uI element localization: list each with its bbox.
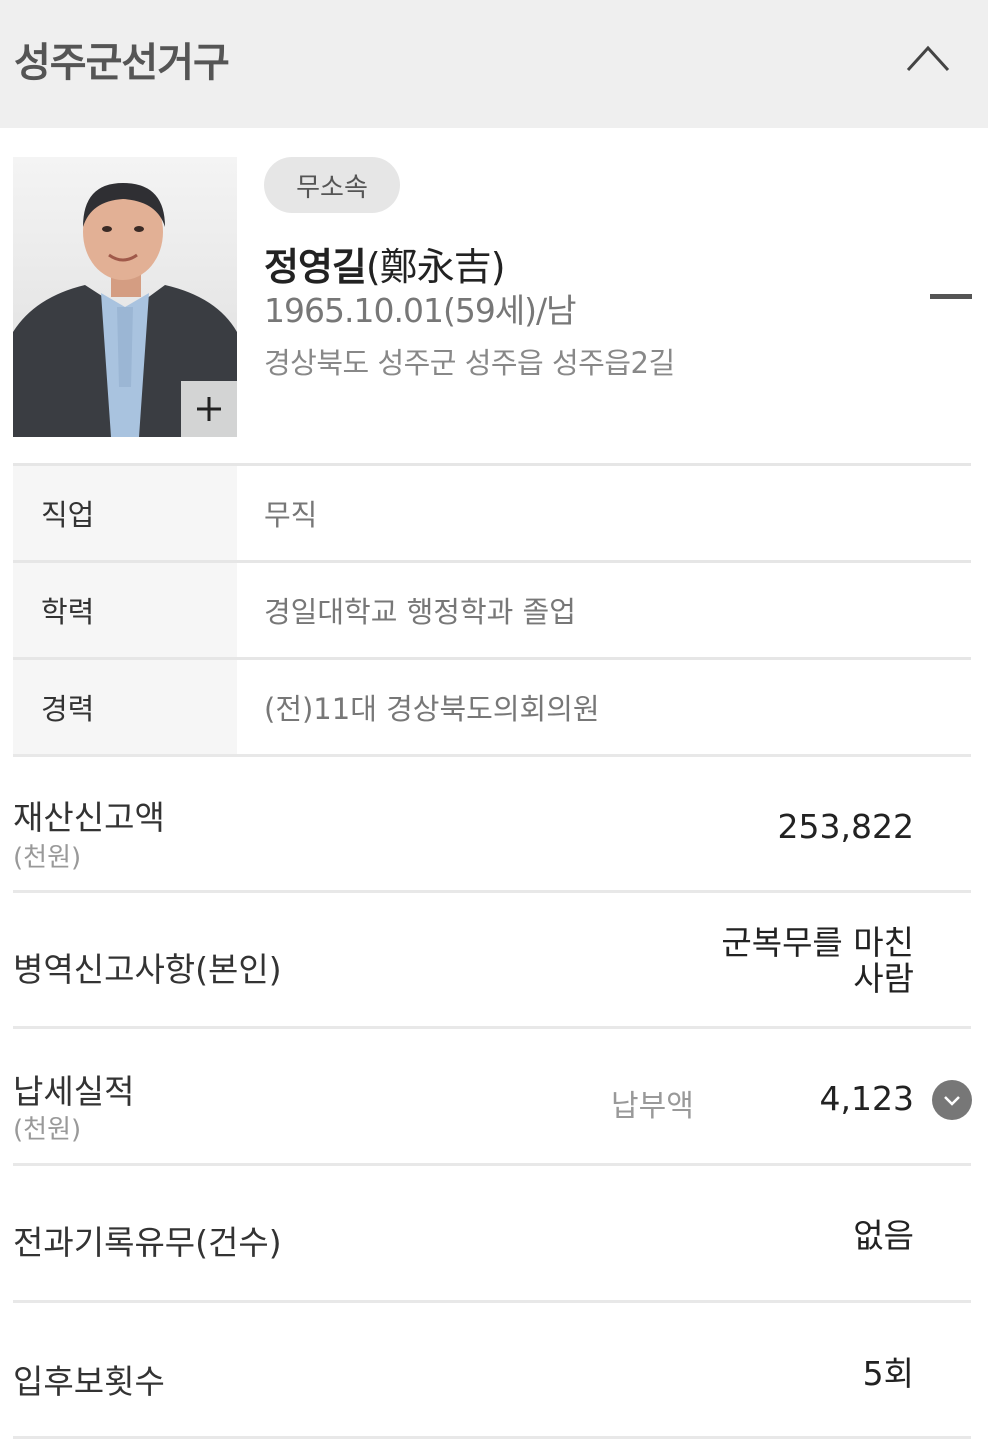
candidate-birth-info: 1965.10.01(59세)/남 (264, 291, 577, 330)
district-title: 성주군선거구 (14, 40, 230, 86)
bottom-divider (13, 1436, 971, 1439)
profile-label: 경력 (13, 660, 237, 754)
plus-icon (197, 397, 221, 421)
profile-row-job: 직업 무직 (13, 463, 971, 560)
candidate-name-hanja: (鄭永吉) (365, 245, 506, 289)
military-row: 병역신고사항(본인) 군복무를 마친 사람 (13, 890, 971, 1026)
property-label: 재산신고액 (13, 798, 165, 837)
photo-enlarge-button[interactable] (181, 381, 237, 437)
property-row: 재산신고액 (천원) 253,822 (13, 754, 971, 890)
military-value-line2: 사람 (853, 959, 914, 998)
tax-row: 납세실적 (천원) 납부액 4,123 (13, 1026, 972, 1163)
profile-value: 경일대학교 행정학과 졸업 (264, 595, 576, 629)
criminal-value: 없음 (853, 1216, 914, 1255)
district-header[interactable]: 성주군선거구 (0, 0, 988, 128)
tax-expand-button[interactable] (932, 1080, 972, 1120)
candidacy-row: 입후보횟수 5회 (13, 1300, 971, 1436)
candidate-name-ko: 정영길 (264, 245, 367, 289)
candidacy-value: 5회 (862, 1354, 914, 1393)
tax-value: 4,123 (819, 1079, 914, 1118)
profile-value: 무직 (264, 498, 318, 532)
profile-label: 학력 (13, 563, 237, 657)
tax-unit: (천원) (13, 1115, 82, 1145)
candidacy-label: 입후보횟수 (13, 1362, 165, 1401)
military-value-line1: 군복무를 마친 (721, 923, 914, 962)
minus-icon[interactable] (930, 294, 972, 299)
candidate-photo (13, 157, 237, 437)
party-badge: 무소속 (264, 157, 400, 213)
candidate-address: 경상북도 성주군 성주읍 성주읍2길 (264, 346, 675, 380)
property-unit: (천원) (13, 843, 82, 873)
candidate-name: 정영길(鄭永吉) (264, 236, 506, 291)
criminal-label: 전과기록유무(건수) (13, 1223, 282, 1262)
profile-row-career: 경력 (전)11대 경상북도의회의원 (13, 657, 971, 754)
criminal-row: 전과기록유무(건수) 없음 (13, 1163, 971, 1300)
military-value: 군복무를 마친 사람 (721, 925, 914, 997)
profile-value: (전)11대 경상북도의회의원 (264, 692, 600, 726)
tax-sub-label: 납부액 (611, 1089, 694, 1124)
chevron-up-icon[interactable] (896, 36, 960, 84)
military-label: 병역신고사항(본인) (13, 950, 282, 989)
chevron-down-icon (944, 1096, 960, 1106)
profile-label: 직업 (13, 466, 237, 560)
tax-label: 납세실적 (13, 1072, 135, 1111)
profile-row-education: 학력 경일대학교 행정학과 졸업 (13, 560, 971, 657)
property-value: 253,822 (777, 807, 914, 846)
